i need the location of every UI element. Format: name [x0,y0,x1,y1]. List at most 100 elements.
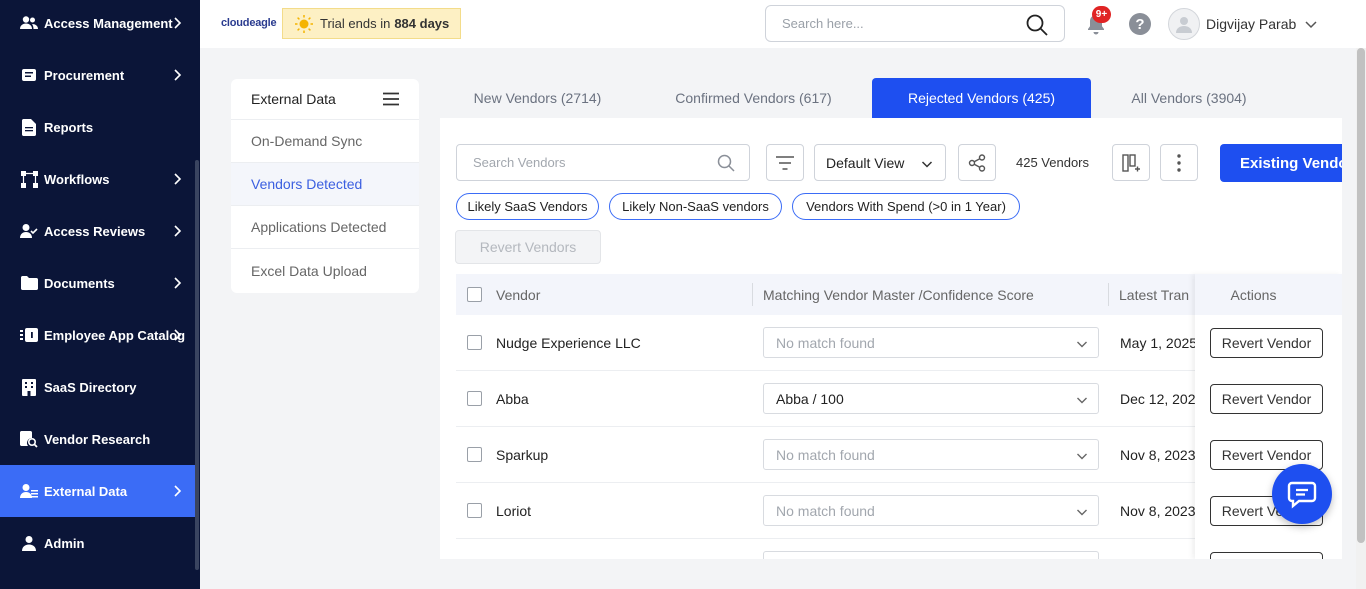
submenu-item-excel-data-upload[interactable]: Excel Data Upload [231,249,419,292]
global-search-input[interactable] [782,16,1012,31]
sidebar-item-procurement[interactable]: Procurement [0,49,195,101]
latest-transaction-date: May 1, 2025 [1120,315,1204,371]
notification-badge: 9+ [1092,6,1111,23]
sidebar-item-access-management[interactable]: Access Management [0,0,195,49]
match-value: Abba / 100 [776,391,844,407]
sidebar-item-employee-app-catalog[interactable]: Employee App Catalog [0,309,195,361]
avatar [1168,8,1200,40]
column-divider [1108,283,1109,306]
submenu-title-text: External Data [251,91,336,107]
chevron-down-icon [1076,338,1088,350]
existing-vendor-button[interactable]: Existing Vendor [1220,144,1342,182]
row-checkbox[interactable] [467,391,482,406]
chat-icon [1287,479,1317,509]
column-matching-vendor[interactable]: Matching Vendor Master /Confidence Score [763,274,1034,315]
row-checkbox[interactable] [467,503,482,518]
revert-vendors-button[interactable]: Revert Vendors [455,230,601,264]
sidebar-item-admin[interactable]: Admin [0,517,195,569]
chip-likely-saas[interactable]: Likely SaaS Vendors [456,193,599,220]
building-icon [20,378,38,396]
trial-banner: Trial ends in 884 days [282,8,461,39]
sidebar-item-workflows[interactable]: Workflows [0,153,195,205]
sidebar-item-access-reviews[interactable]: Access Reviews [0,205,195,257]
tab-new-vendors[interactable]: New Vendors (2714) [450,78,625,118]
match-select[interactable] [763,551,1099,559]
revert-vendor-button[interactable]: Revert Vendor [1210,384,1323,414]
view-select[interactable]: Default View [814,144,946,181]
sidebar-scrollbar[interactable] [195,160,199,570]
filter-button[interactable] [766,144,804,181]
trial-days: 884 days [394,16,449,31]
hamburger-menu-icon[interactable] [383,92,399,106]
tab-rejected-vendors[interactable]: Rejected Vendors (425) [872,78,1091,118]
sidebar-item-documents[interactable]: Documents [0,257,195,309]
help-icon[interactable]: ? [1129,13,1151,35]
more-options-button[interactable] [1160,144,1198,181]
revert-vendor-button[interactable] [1210,552,1323,559]
latest-transaction-date: Nov 8, 2023 [1120,483,1204,539]
latest-transaction-date: Dec 12, 2024 [1120,371,1204,427]
vendors-panel: Default View 425 Vendors Existing Vendor… [440,118,1342,559]
match-select[interactable]: No match found [763,495,1099,526]
sidebar-item-saas-directory[interactable]: SaaS Directory [0,361,195,413]
user-name: Digvijay Parab [1206,16,1296,32]
submenu-item-vendors-detected[interactable]: Vendors Detected [231,163,419,206]
vendor-search[interactable] [456,144,750,181]
column-latest-transaction[interactable]: Latest Tran [1119,274,1199,315]
chevron-right-icon [169,67,185,83]
chip-vendors-with-spend[interactable]: Vendors With Spend (>0 in 1 Year) [792,193,1020,220]
search-icon[interactable] [1026,14,1048,36]
user-data-icon [20,482,38,500]
sidebar-item-vendor-research[interactable]: Vendor Research [0,413,195,465]
row-checkbox[interactable] [467,335,482,350]
submenu-title: External Data [231,79,419,120]
chevron-down-icon [1076,394,1088,406]
match-select[interactable]: No match found [763,327,1099,358]
tab-confirmed-vendors[interactable]: Confirmed Vendors (617) [650,78,857,118]
submenu-item-on-demand-sync[interactable]: On-Demand Sync [231,120,419,163]
sidebar-item-label: Documents [44,276,115,291]
trial-text: Trial ends in [320,16,390,31]
chat-support-button[interactable] [1272,464,1332,524]
global-search[interactable] [765,5,1065,42]
sidebar-item-label: Workflows [44,172,110,187]
columns-icon [1122,154,1140,172]
folder-icon [20,274,38,292]
chevron-down-icon [1076,506,1088,518]
column-vendor[interactable]: Vendor [496,274,540,315]
columns-button[interactable] [1112,144,1150,181]
share-button[interactable] [958,144,996,181]
match-select[interactable]: Abba / 100 [763,383,1099,414]
sidebar-item-label: Procurement [44,68,124,83]
tab-all-vendors[interactable]: All Vendors (3904) [1106,78,1272,118]
search-icon[interactable] [717,154,735,172]
vendor-search-input[interactable] [473,155,703,170]
chevron-right-icon [169,327,185,343]
page-scrollbar-thumb[interactable] [1357,48,1365,543]
vendor-name: Sparkup [496,427,548,483]
submenu-item-applications-detected[interactable]: Applications Detected [231,206,419,249]
share-icon [968,154,986,172]
row-checkbox[interactable] [467,447,482,462]
page-scrollbar[interactable] [1356,48,1366,589]
app-logo[interactable]: cloudeagle [221,17,276,29]
chevron-down-icon [1304,17,1318,31]
sidebar-item-external-data[interactable]: External Data [0,465,195,517]
sidebar-item-label: Reports [44,120,93,135]
select-all-checkbox[interactable] [467,287,482,302]
sidebar-item-reports[interactable]: Reports [0,101,195,153]
column-actions: Actions [1195,274,1342,315]
chevron-right-icon [169,15,185,31]
chevron-down-icon [1076,450,1088,462]
column-divider [752,283,753,306]
cart-icon [20,66,38,84]
match-select[interactable]: No match found [763,439,1099,470]
chip-likely-non-saas[interactable]: Likely Non-SaaS vendors [609,193,782,220]
sidebar-item-label: Access Reviews [44,224,145,239]
users-icon [20,14,38,32]
vendor-name: Abba [496,371,529,427]
external-data-submenu: External Data On-Demand Sync Vendors Det… [231,79,419,293]
user-menu[interactable]: Digvijay Parab [1168,8,1318,40]
chevron-down-icon [921,158,933,170]
revert-vendor-button[interactable]: Revert Vendor [1210,328,1323,358]
